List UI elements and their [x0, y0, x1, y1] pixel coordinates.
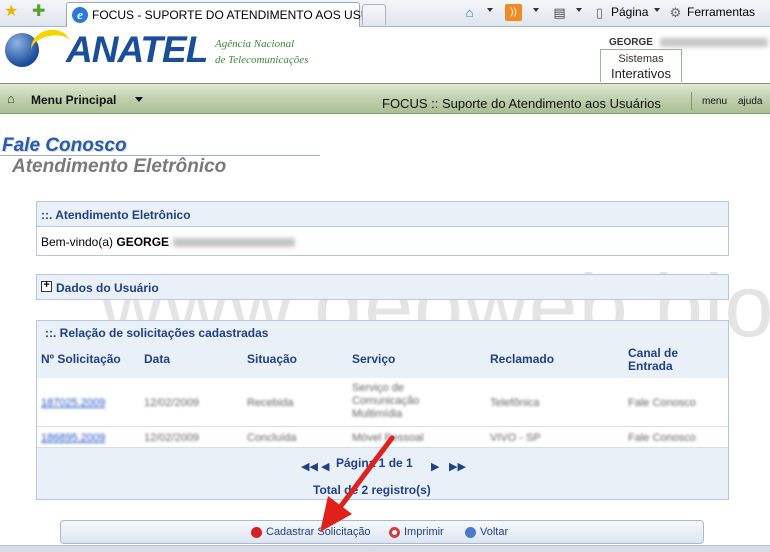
last-page-button[interactable]: ▶▶	[449, 461, 466, 473]
request-service-line2: Comunicação	[352, 395, 420, 407]
menu-link[interactable]: menu	[702, 96, 727, 107]
total-records: Total de 2 registro(s)	[313, 483, 431, 497]
add-request-icon[interactable]	[251, 527, 262, 538]
column-header-respondent: Reclamado	[490, 352, 555, 366]
user-data-panel[interactable]: + Dados do Usuário	[36, 274, 729, 300]
action-bar: Cadastrar Solicitação Imprimir Voltar	[60, 520, 704, 544]
request-date: 12/02/2009	[144, 397, 200, 409]
request-service-line1: Móvel Pessoal	[352, 432, 424, 444]
favorites-star-icon[interactable]: ★	[4, 4, 18, 20]
chevron-down-icon[interactable]	[654, 8, 660, 12]
pagination-text: Página 1 de 1	[336, 456, 413, 470]
request-status: Recebida	[247, 397, 294, 409]
page-icon[interactable]: ▯	[591, 4, 608, 21]
request-respondent: VIVO - SP	[490, 432, 541, 444]
welcome-panel: ::. Atendimento Eletrônico Bem-vindo(a) …	[36, 201, 729, 256]
table-row: 186895.2009 12/02/2009 Concluída Móvel P…	[37, 427, 728, 448]
request-respondent: Telefônica	[490, 397, 540, 409]
request-channel: Fale Conosco	[628, 432, 696, 444]
request-channel: Fale Conosco	[628, 397, 696, 409]
welcome-prefix: Bem-vindo(a)	[41, 235, 114, 249]
gear-icon[interactable]: ⚙	[667, 4, 684, 21]
home-icon[interactable]: ⌂	[461, 4, 478, 21]
chevron-down-icon[interactable]	[135, 97, 143, 102]
add-favorites-icon[interactable]: ✚	[32, 4, 45, 20]
table-row: 187025.2009 12/02/2009 Recebida Serviço …	[37, 378, 728, 427]
column-header-date: Data	[144, 352, 171, 366]
chevron-down-icon[interactable]	[576, 8, 582, 12]
print-button[interactable]: Imprimir	[404, 526, 444, 538]
requests-panel-title: ::. Relação de solicitações cadastradas	[45, 326, 269, 340]
first-page-button[interactable]: ◀◀	[301, 461, 318, 473]
browser-status-strip	[0, 545, 770, 552]
expand-icon[interactable]: +	[41, 281, 52, 292]
user-name: GEORGE	[609, 37, 653, 48]
requests-panel: ::. Relação de solicitações cadastradas …	[36, 320, 729, 500]
welcome-panel-title: ::. Atendimento Eletrônico	[41, 208, 191, 222]
column-header-status: Situação	[247, 352, 298, 366]
browser-tab-active[interactable]: e FOCUS - SUPORTE DO ATENDIMENTO AOS USU…	[66, 2, 379, 27]
anatel-logo-text: ANATEL	[66, 29, 208, 70]
systems-tab-line2: Interativos	[611, 66, 671, 81]
user-name-redacted	[660, 38, 768, 47]
column-header-number: Nº Solicitação	[41, 352, 121, 366]
menu-divider	[691, 92, 692, 110]
print-icon[interactable]	[389, 527, 400, 538]
agency-name-line2: de Telecomunicações	[215, 54, 309, 66]
chevron-down-icon[interactable]	[487, 8, 493, 12]
welcome-message: Bem-vindo(a) GEORGE	[41, 235, 169, 249]
printer-icon[interactable]: ▤	[551, 4, 568, 21]
page-title: Fale Conosco	[2, 135, 127, 156]
back-button[interactable]: Voltar	[480, 526, 508, 538]
request-service-line1: Serviço de	[352, 382, 404, 394]
welcome-panel-header: ::. Atendimento Eletrônico	[37, 202, 728, 227]
chevron-down-icon[interactable]	[533, 8, 539, 12]
request-number-link[interactable]: 187025.2009	[41, 398, 105, 409]
systems-tab[interactable]: Sistemas Interativos	[600, 49, 682, 82]
requests-table-body: 187025.2009 12/02/2009 Recebida Serviço …	[37, 378, 728, 448]
tools-menu[interactable]: Ferramentas	[687, 5, 755, 19]
browser-toolbar: ★ ✚ e FOCUS - SUPORTE DO ATENDIMENTO AOS…	[0, 0, 770, 27]
page-subtitle: Atendimento Eletrônico	[12, 156, 227, 177]
ie-icon: e	[72, 7, 88, 23]
new-tab-button[interactable]	[362, 4, 386, 25]
menu-bar: ⌂ Menu Principal FOCUS :: Suporte do Ate…	[0, 83, 770, 114]
request-status: Concluída	[247, 432, 297, 444]
previous-page-button[interactable]: ◀	[321, 461, 329, 473]
help-link[interactable]: ajuda	[738, 96, 762, 107]
page-menu[interactable]: Página	[611, 5, 648, 19]
register-request-button[interactable]: Cadastrar Solicitação	[266, 526, 371, 538]
user-data-panel-title[interactable]: Dados do Usuário	[56, 281, 159, 295]
request-date: 12/02/2009	[144, 432, 200, 444]
rss-feed-icon[interactable]: ))	[505, 4, 522, 21]
next-page-button[interactable]: ▶	[431, 461, 439, 473]
agency-name-line1: Agência Nacional	[215, 38, 295, 50]
request-number-link[interactable]: 186895.2009	[41, 433, 105, 444]
welcome-user-name: GEORGE	[116, 235, 170, 249]
system-title: FOCUS :: Suporte do Atendimento aos Usuá…	[382, 96, 661, 111]
systems-tab-line1: Sistemas	[618, 53, 664, 65]
column-header-channel: Canal de Entrada	[628, 346, 679, 373]
tab-title: FOCUS - SUPORTE DO ATENDIMENTO AOS USU..…	[92, 8, 380, 22]
welcome-name-redacted	[173, 238, 295, 247]
back-icon[interactable]	[465, 527, 476, 538]
request-service-line3: Multimídia	[352, 408, 403, 420]
home-icon[interactable]: ⌂	[7, 91, 24, 106]
main-menu-button[interactable]: Menu Principal	[31, 93, 116, 107]
column-header-service: Serviço	[352, 352, 396, 366]
